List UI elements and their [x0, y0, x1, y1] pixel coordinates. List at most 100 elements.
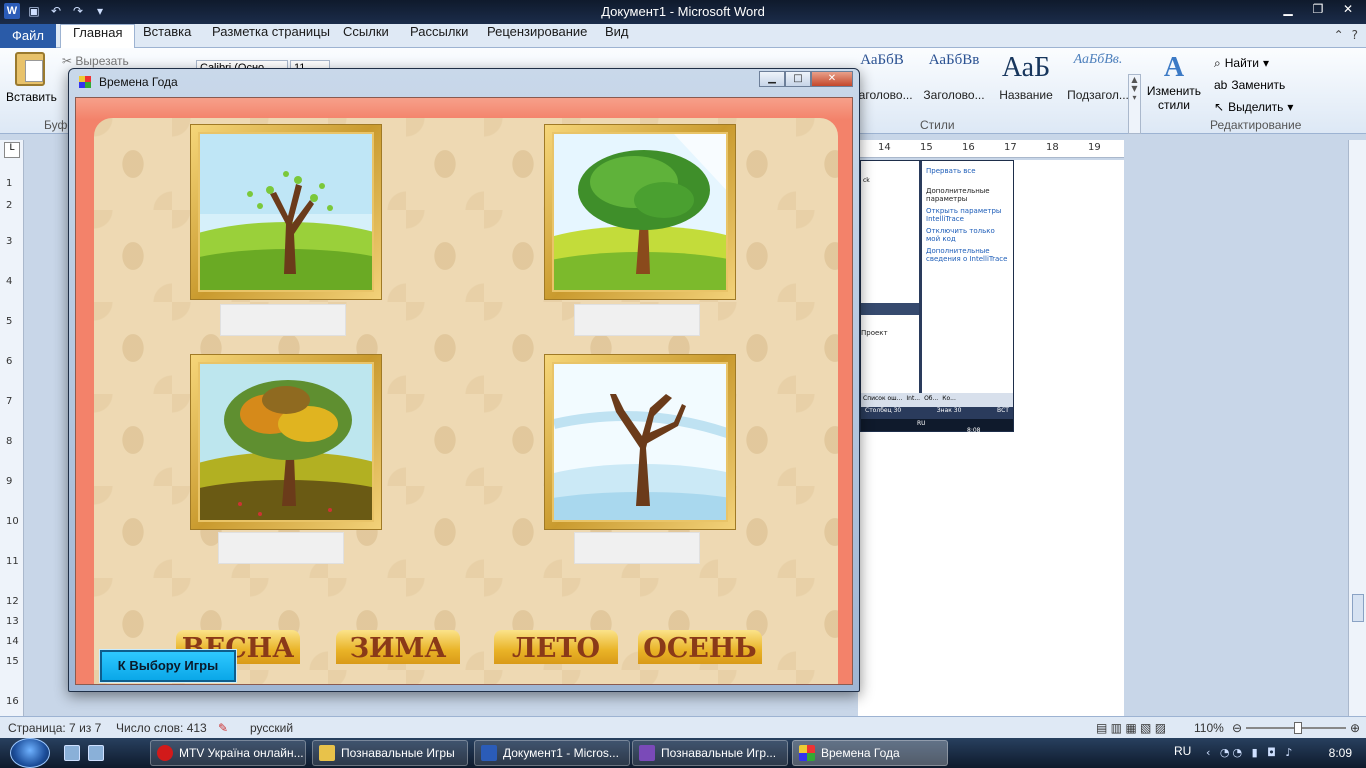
show-desktop-icon[interactable] [64, 745, 80, 761]
style-sample: АаБ [1001, 52, 1051, 83]
tab-references[interactable]: Ссылки [343, 24, 389, 48]
switch-windows-icon[interactable] [88, 745, 104, 761]
vertical-ruler: 1 2 3 4 5 6 7 8 9 10 11 12 13 14 15 16 [0, 140, 24, 716]
embedded-statusbar: Столбец 30 Знак 30 ВСТ [861, 407, 1013, 419]
tab-view[interactable]: Вид [605, 24, 629, 48]
window-title: Документ1 - Microsoft Word [601, 4, 765, 19]
ruler-tick: 15 [920, 142, 933, 153]
zoom-level[interactable]: 110% [1194, 721, 1224, 735]
style-subtitle[interactable]: АаБбВв. Подзагол... [1062, 52, 1134, 110]
season-button-winter[interactable]: ЗИМА [336, 630, 460, 664]
clipboard-icon [15, 52, 45, 86]
tray-icons[interactable]: ‹ ◔◔ ▮ ◘ ♪ [1206, 746, 1295, 759]
style-name: Заголово... [923, 88, 985, 102]
start-button[interactable] [10, 738, 50, 768]
document-background [1124, 140, 1348, 716]
embedded-project: Проект [861, 329, 888, 337]
embedded-status: ВСТ [997, 407, 1009, 414]
answer-field-summer[interactable] [574, 304, 700, 336]
taskbar-item-seasons[interactable]: Времена Года [792, 740, 948, 766]
back-to-games-button[interactable]: К Выбору Игры [99, 649, 237, 683]
replace-label: Заменить [1231, 78, 1286, 92]
ribbon-right-icons: ⌃ ? [1334, 28, 1358, 42]
ruler-v-tick: 5 [6, 316, 13, 327]
answer-field-autumn[interactable] [218, 532, 344, 564]
tab-home[interactable]: Главная [60, 24, 136, 48]
page-count[interactable]: Страница: 7 из 7 [8, 721, 101, 735]
word-count[interactable]: Число слов: 413 [116, 721, 207, 735]
tab-review[interactable]: Рецензирование [487, 24, 587, 48]
game-window: Времена Года ▁ □ ✕ ВЕСНА ЗИМА ЛЕТО ОСЕНЬ… [68, 68, 860, 692]
language-indicator[interactable]: RU [1174, 744, 1191, 758]
game-maximize-button[interactable]: □ [785, 71, 811, 87]
season-button-summer[interactable]: ЛЕТО [494, 630, 618, 664]
close-button[interactable]: ✕ [1334, 0, 1362, 18]
zoom-slider-knob[interactable] [1294, 722, 1302, 734]
tab-file[interactable]: Файл [0, 24, 56, 48]
replace-icon: ab [1214, 78, 1228, 92]
zoom-slider[interactable] [1246, 722, 1346, 734]
winter-tree-image [552, 362, 728, 522]
ruler-tick: 18 [1046, 142, 1059, 153]
app-icon [79, 76, 91, 88]
ruler-v-tick: 10 [6, 516, 19, 527]
vertical-scrollbar[interactable] [1348, 140, 1366, 716]
answer-field-winter[interactable] [574, 532, 700, 564]
view-buttons[interactable]: ▤ ▥ ▦ ▧ ▨ [1096, 721, 1166, 735]
proofing-icon[interactable]: ✎ [218, 721, 228, 735]
ruler-v-tick: 8 [6, 436, 13, 447]
change-styles-icon: A [1163, 52, 1185, 83]
restore-button[interactable]: ❐ [1304, 0, 1332, 18]
game-window-titlebar[interactable]: Времена Года ▁ □ ✕ [69, 69, 859, 95]
collapse-ribbon-icon[interactable]: ⌃ [1334, 28, 1344, 42]
paste-button[interactable]: Вставить [6, 52, 57, 104]
embedded-screenshot-image: ck Прервать все Дополнительные параметры… [860, 160, 1014, 434]
visual-studio-icon [639, 745, 655, 761]
style-heading2[interactable]: АаБбВв Заголово... [918, 52, 990, 110]
ruler-v-tick: 3 [6, 236, 13, 247]
ruler-tick: 14 [878, 142, 891, 153]
taskbar-item-opera[interactable]: MTV Україна онлайн... [150, 740, 306, 766]
answer-field-spring[interactable] [220, 304, 346, 336]
game-close-button[interactable]: ✕ [811, 71, 853, 87]
tab-insert[interactable]: Вставка [143, 24, 191, 48]
season-button-autumn[interactable]: ОСЕНЬ [638, 630, 762, 664]
ruler-tick: 17 [1004, 142, 1017, 153]
tab-selector-icon[interactable]: L [4, 142, 20, 158]
styles-more-button[interactable]: ▲ ▼ ▾ [1128, 74, 1141, 134]
taskbar-item-label: Познавальные Игры [341, 746, 455, 760]
taskbar-item-label: Времена Года [821, 746, 900, 760]
taskbar-item-word[interactable]: Документ1 - Micros... [474, 740, 630, 766]
clock[interactable]: 8:09 [1329, 746, 1352, 760]
replace-button[interactable]: ab Заменить [1214, 74, 1293, 96]
style-sample: АаБбВв. [1073, 52, 1123, 67]
game-window-controls: ▁ □ ✕ [759, 71, 853, 87]
game-minimize-button[interactable]: ▁ [759, 71, 785, 87]
tab-mailings[interactable]: Рассылки [410, 24, 468, 48]
style-title[interactable]: АаБ Название [990, 52, 1062, 110]
taskbar-item-folder[interactable]: Познавальные Игры [312, 740, 468, 766]
tab-page-layout[interactable]: Разметка страницы [212, 24, 330, 48]
editing-group-label: Редактирование [1210, 118, 1302, 132]
game-window-title: Времена Года [99, 75, 178, 89]
cut-button[interactable]: ✂ Вырезать [62, 54, 129, 68]
language-indicator[interactable]: русский [250, 721, 293, 735]
taskbar-item-label: Познавальные Игр... [661, 746, 777, 760]
word-statusbar: Страница: 7 из 7 Число слов: 413 ✎ русск… [0, 716, 1366, 738]
embedded-link3: Дополнительные сведения о IntelliTrace [926, 247, 1008, 263]
select-button[interactable]: ↖ Выделить ▾ [1214, 96, 1293, 118]
embedded-side-word: ck [863, 177, 870, 184]
zoom-out-icon[interactable]: ⊖ [1232, 721, 1242, 735]
styles-gallery: АаБбВ Заголово... АаБбВв Заголово... АаБ… [846, 52, 1134, 110]
find-button[interactable]: ⌕ Найти ▾ [1214, 52, 1293, 74]
help-icon[interactable]: ? [1352, 28, 1358, 42]
scrollbar-thumb[interactable] [1352, 594, 1364, 622]
minimize-button[interactable]: ▁ [1274, 0, 1302, 18]
word-icon [481, 745, 497, 761]
ruler-tick: 19 [1088, 142, 1101, 153]
app-icon [799, 745, 815, 761]
zoom-in-icon[interactable]: ⊕ [1350, 721, 1360, 735]
taskbar-item-visual-studio[interactable]: Познавальные Игр... [632, 740, 788, 766]
embedded-tab: Список ош... [863, 395, 903, 402]
change-styles-button[interactable]: A Изменить стили [1146, 52, 1202, 112]
